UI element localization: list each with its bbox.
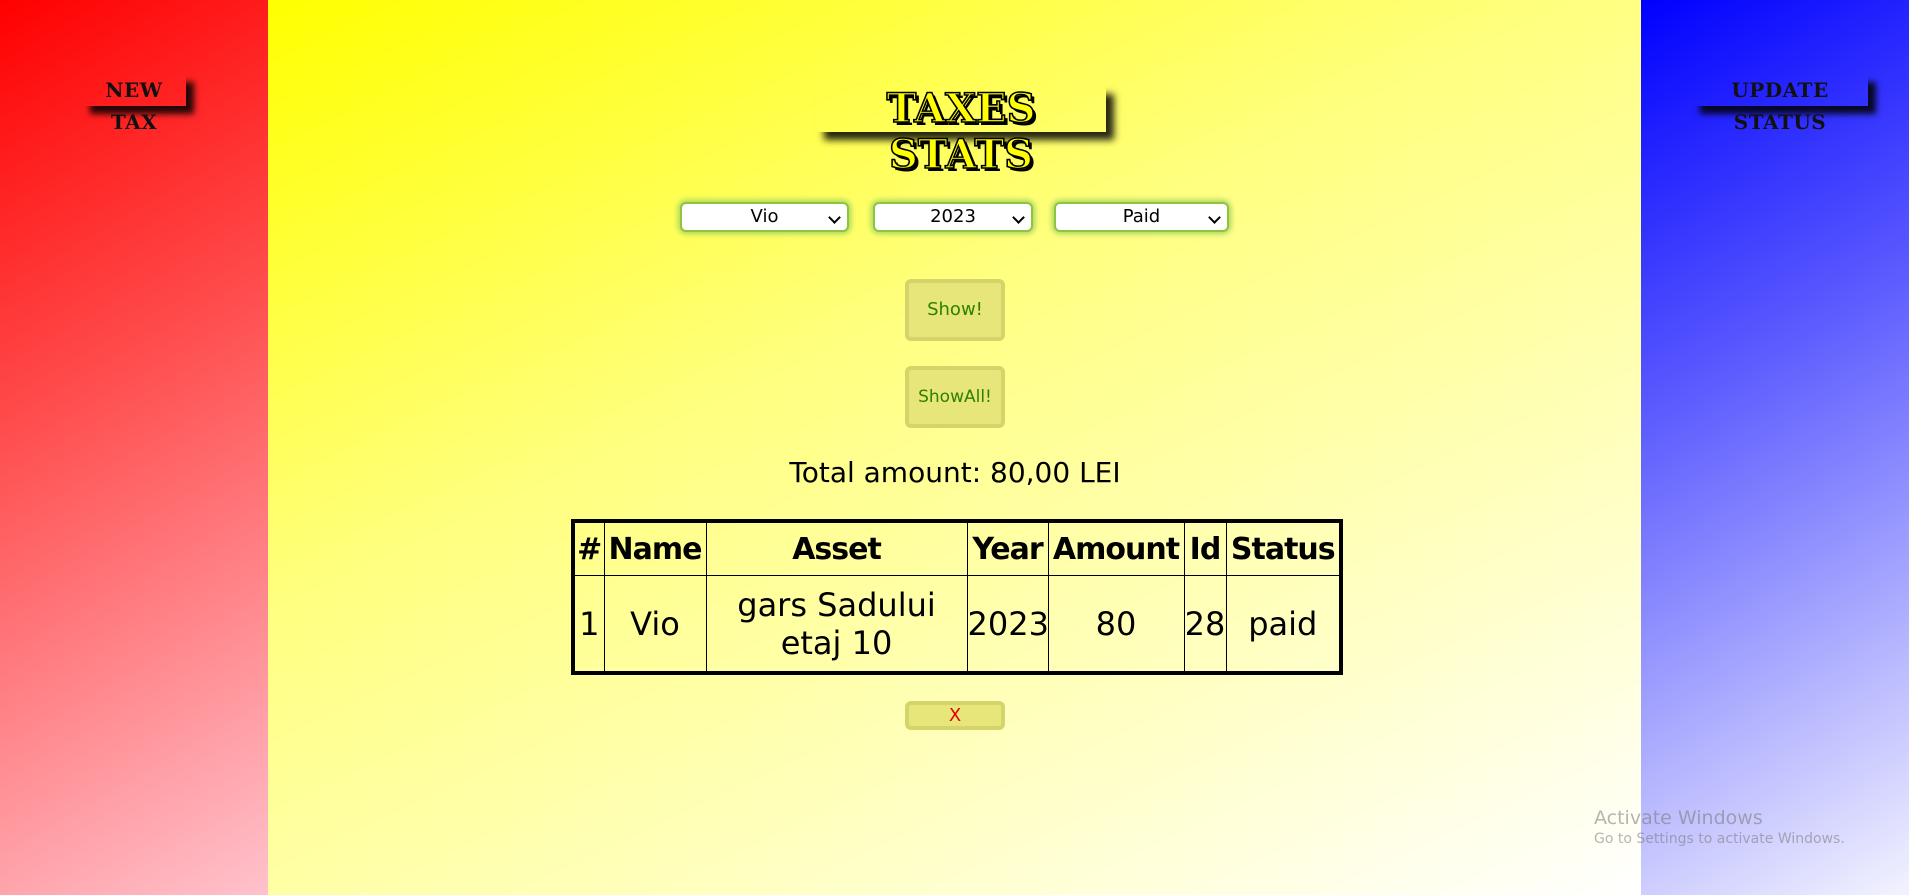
status-select-value: Paid xyxy=(1122,206,1161,227)
page-title: TAXES STATS xyxy=(816,85,1106,179)
header-asset: Asset xyxy=(705,520,968,576)
header-year: Year xyxy=(966,520,1049,576)
status-select[interactable]: Paid xyxy=(1054,202,1229,232)
new-tax-link[interactable]: NEW TAX xyxy=(82,74,186,134)
watermark-title: Activate Windows xyxy=(1594,807,1763,829)
cell-amount: 80 xyxy=(1047,575,1185,674)
header-number: # xyxy=(572,520,605,576)
cell-asset: gars Sadului etaj 10 xyxy=(705,575,968,674)
cell-status: paid xyxy=(1225,575,1342,674)
owner-select-value: Vio xyxy=(750,206,779,227)
cell-year: 2023 xyxy=(966,575,1049,674)
chevron-down-icon xyxy=(1012,211,1025,224)
chevron-down-icon xyxy=(1208,211,1221,224)
chevron-down-icon xyxy=(828,211,841,224)
update-status-link[interactable]: UPDATE STATUS xyxy=(1692,74,1868,134)
header-amount: Amount xyxy=(1047,520,1185,576)
cell-name: Vio xyxy=(603,575,707,674)
table-header-row: # Name Asset Year Amount Id Status xyxy=(572,520,1342,576)
cell-number: 1 xyxy=(572,575,605,674)
watermark-subtitle: Go to Settings to activate Windows. xyxy=(1594,831,1845,847)
year-select[interactable]: 2023 xyxy=(873,202,1033,232)
header-status: Status xyxy=(1225,520,1342,576)
header-id: Id xyxy=(1183,520,1227,576)
show-all-button[interactable]: ShowAll! xyxy=(905,366,1005,428)
owner-select[interactable]: Vio xyxy=(680,202,849,232)
total-amount: Total amount: 80,00 LEI xyxy=(789,456,1121,489)
show-button[interactable]: Show! xyxy=(905,279,1005,341)
table-row: 1 Vio gars Sadului etaj 10 2023 80 28 pa… xyxy=(572,575,1342,674)
cell-id: 28 xyxy=(1183,575,1227,674)
left-sidebar: NEW TAX xyxy=(0,0,268,895)
year-select-value: 2023 xyxy=(930,206,976,227)
header-name: Name xyxy=(603,520,707,576)
activate-windows-watermark: Activate Windows Go to Settings to activ… xyxy=(1594,806,1845,848)
close-button[interactable]: X xyxy=(905,701,1005,730)
taxes-table: # Name Asset Year Amount Id Status 1 Vio… xyxy=(571,519,1343,675)
